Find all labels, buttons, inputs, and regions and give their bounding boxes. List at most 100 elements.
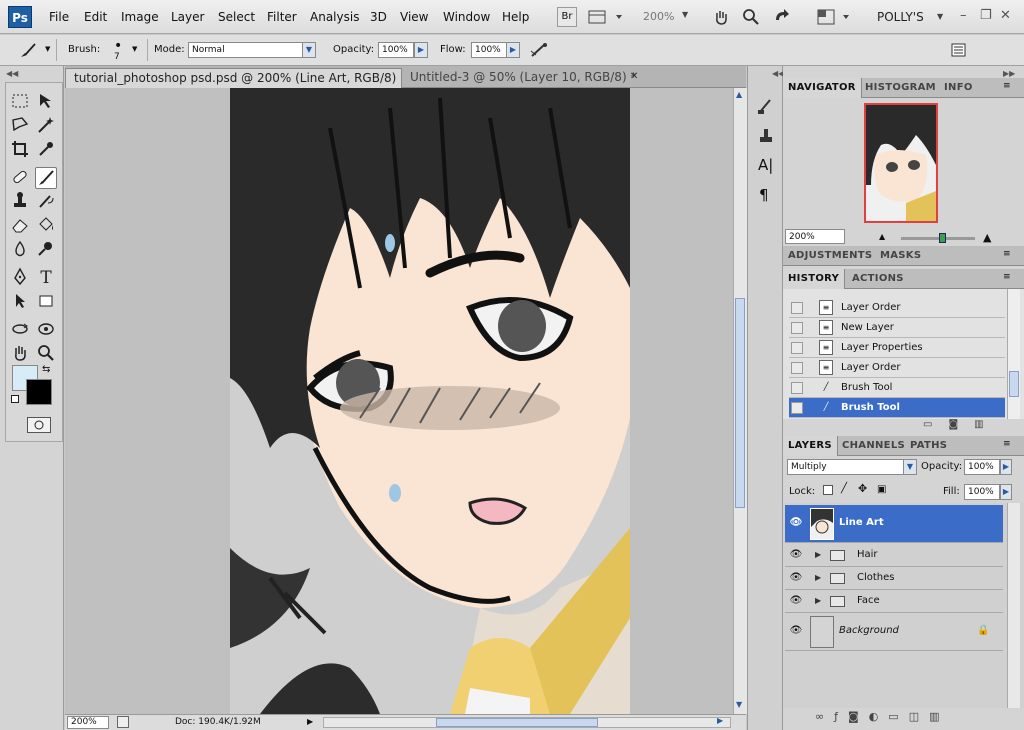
lock-transparency-icon[interactable]: [823, 485, 833, 495]
rectangular-marquee-tool-icon[interactable]: [9, 91, 31, 113]
tool-preset-chevron-icon[interactable]: ▼: [45, 45, 50, 53]
type-tool-icon[interactable]: T: [35, 267, 57, 289]
history-state-marker-icon[interactable]: [791, 402, 803, 414]
panel-menu-icon[interactable]: ≡: [1003, 81, 1011, 91]
menu-window[interactable]: Window: [443, 10, 490, 24]
visibility-eye-icon[interactable]: 👁: [788, 572, 804, 585]
tool-preset-brush-icon[interactable]: [18, 41, 38, 59]
crop-tool-icon[interactable]: [9, 139, 31, 161]
view-extras-button[interactable]: [584, 8, 626, 26]
tab-document-inactive[interactable]: Untitled-3 @ 50% (Layer 10, RGB/8) *: [402, 68, 646, 88]
history-snapshot-checkbox[interactable]: [791, 342, 803, 354]
history-scrollbar[interactable]: [1007, 289, 1020, 419]
menu-help[interactable]: Help: [502, 10, 529, 24]
flow-input[interactable]: 100%: [471, 42, 507, 58]
navigator-thumbnail[interactable]: [864, 103, 938, 223]
layer-opacity-input[interactable]: 100%: [964, 459, 1000, 475]
flow-slider-arrow-icon[interactable]: ▶: [506, 42, 520, 58]
rotate-view-icon[interactable]: [772, 8, 792, 26]
default-colors-icon[interactable]: [11, 395, 19, 403]
history-item[interactable]: ≡ Layer Properties: [789, 338, 1005, 358]
blend-mode-select[interactable]: Multiply: [787, 459, 917, 475]
history-scroll-thumb[interactable]: [1009, 371, 1019, 397]
artwork-canvas[interactable]: [230, 88, 630, 714]
layers-footer-icons[interactable]: ∞ƒ◙◐▭◫▥: [815, 710, 1015, 726]
scroll-right-icon[interactable]: ▶: [717, 716, 723, 725]
hand-tool-icon[interactable]: [9, 343, 31, 365]
history-brush-tool-icon[interactable]: [35, 191, 57, 213]
menu-analysis[interactable]: Analysis: [310, 10, 359, 24]
status-info-icon[interactable]: [117, 716, 129, 728]
mode-chevron-down-icon[interactable]: ▼: [302, 42, 316, 58]
scroll-thumb[interactable]: [735, 298, 745, 508]
zoom-chevron-down-icon[interactable]: ▼: [682, 10, 688, 19]
layer-row-background[interactable]: 👁 Background 🔒: [785, 613, 1003, 651]
tab-adjustments[interactable]: ADJUSTMENTS: [783, 246, 877, 266]
3d-orbit-tool-icon[interactable]: [35, 319, 57, 341]
lock-position-icon[interactable]: ✥: [858, 482, 867, 495]
lock-pixels-brush-icon[interactable]: ╱: [841, 483, 847, 494]
blend-mode-chevron-down-icon[interactable]: ▼: [903, 459, 917, 475]
close-icon[interactable]: ✕: [1000, 8, 1011, 23]
path-selection-tool-icon[interactable]: [9, 291, 31, 313]
hand-tool-icon[interactable]: [712, 8, 730, 26]
clone-source-panel-icon[interactable]: [756, 126, 776, 146]
panel-menu-icon[interactable]: ≡: [1003, 439, 1011, 449]
menu-view[interactable]: View: [400, 10, 428, 24]
history-item[interactable]: ≡ New Layer: [789, 318, 1005, 338]
magic-wand-tool-icon[interactable]: [35, 115, 57, 137]
layer-group-row[interactable]: 👁 ▶ Clothes: [785, 567, 1003, 590]
history-item[interactable]: ╱ Brush Tool: [789, 378, 1005, 398]
zoom-tool-icon[interactable]: [35, 343, 57, 365]
character-panel-icon[interactable]: A|: [758, 156, 773, 174]
tab-navigator[interactable]: NAVIGATOR: [783, 78, 862, 98]
mode-select[interactable]: Normal: [188, 42, 316, 58]
brush-tool-icon[interactable]: [35, 167, 57, 189]
canvas-horizontal-scrollbar[interactable]: [323, 717, 731, 728]
history-snapshot-checkbox[interactable]: [791, 382, 803, 394]
canvas-vertical-scrollbar[interactable]: ▲ ▼: [733, 88, 747, 714]
opacity-slider-arrow-icon[interactable]: ▶: [414, 42, 428, 58]
lock-all-icon[interactable]: ▣: [877, 484, 886, 495]
tab-channels[interactable]: CHANNELS: [837, 436, 910, 456]
expand-group-triangle-icon[interactable]: ▶: [815, 573, 821, 582]
history-snapshot-checkbox[interactable]: [791, 302, 803, 314]
eraser-tool-icon[interactable]: [9, 215, 31, 237]
zoom-tool-icon[interactable]: [742, 8, 760, 26]
expand-group-triangle-icon[interactable]: ▶: [815, 596, 821, 605]
tab-document-active[interactable]: tutorial_photoshop psd.psd @ 200% (Line …: [65, 68, 402, 88]
visibility-eye-icon[interactable]: 👁: [788, 549, 804, 562]
visibility-eye-icon[interactable]: 👁: [788, 517, 804, 530]
visibility-eye-icon[interactable]: 👁: [788, 625, 804, 638]
arrange-documents-button[interactable]: [815, 8, 857, 26]
brush-panel-toggle-icon[interactable]: [950, 42, 968, 58]
zoom-out-mountain-icon[interactable]: ▲: [879, 232, 885, 241]
tab-actions[interactable]: ACTIONS: [847, 269, 909, 289]
tab-masks[interactable]: MASKS: [875, 246, 926, 266]
pen-tool-icon[interactable]: [9, 267, 31, 289]
healing-brush-tool-icon[interactable]: [9, 167, 31, 189]
bridge-button[interactable]: Br: [557, 7, 577, 27]
menu-select[interactable]: Select: [218, 10, 255, 24]
scroll-up-icon[interactable]: ▲: [736, 90, 742, 99]
history-item-selected[interactable]: ╱ Brush Tool: [789, 398, 1005, 418]
rectangle-shape-tool-icon[interactable]: [35, 291, 57, 313]
workspace-switcher[interactable]: POLLY'S: [877, 10, 924, 24]
tab-layers[interactable]: LAYERS: [783, 436, 838, 456]
tab-history[interactable]: HISTORY: [783, 269, 846, 289]
navigator-zoom-slider[interactable]: [901, 237, 975, 240]
minimize-icon[interactable]: –: [960, 8, 967, 23]
3d-rotate-tool-icon[interactable]: [9, 319, 31, 341]
navigator-zoom-input[interactable]: 200%: [785, 229, 845, 244]
panel-menu-icon[interactable]: ≡: [1003, 249, 1011, 259]
paint-bucket-tool-icon[interactable]: [35, 215, 57, 237]
clone-stamp-tool-icon[interactable]: [9, 191, 31, 213]
opacity-input[interactable]: 100%: [378, 42, 414, 58]
history-footer-icons[interactable]: ▭◙▥: [923, 419, 1013, 433]
menu-3d[interactable]: 3D: [370, 10, 387, 24]
fill-arrow-icon[interactable]: ▶: [1000, 484, 1012, 500]
brush-picker-chevron-icon[interactable]: ▼: [132, 45, 137, 53]
menu-file[interactable]: File: [49, 10, 69, 24]
brush-tip-dot-icon[interactable]: •: [114, 39, 122, 53]
layer-group-row[interactable]: 👁 ▶ Face: [785, 590, 1003, 613]
